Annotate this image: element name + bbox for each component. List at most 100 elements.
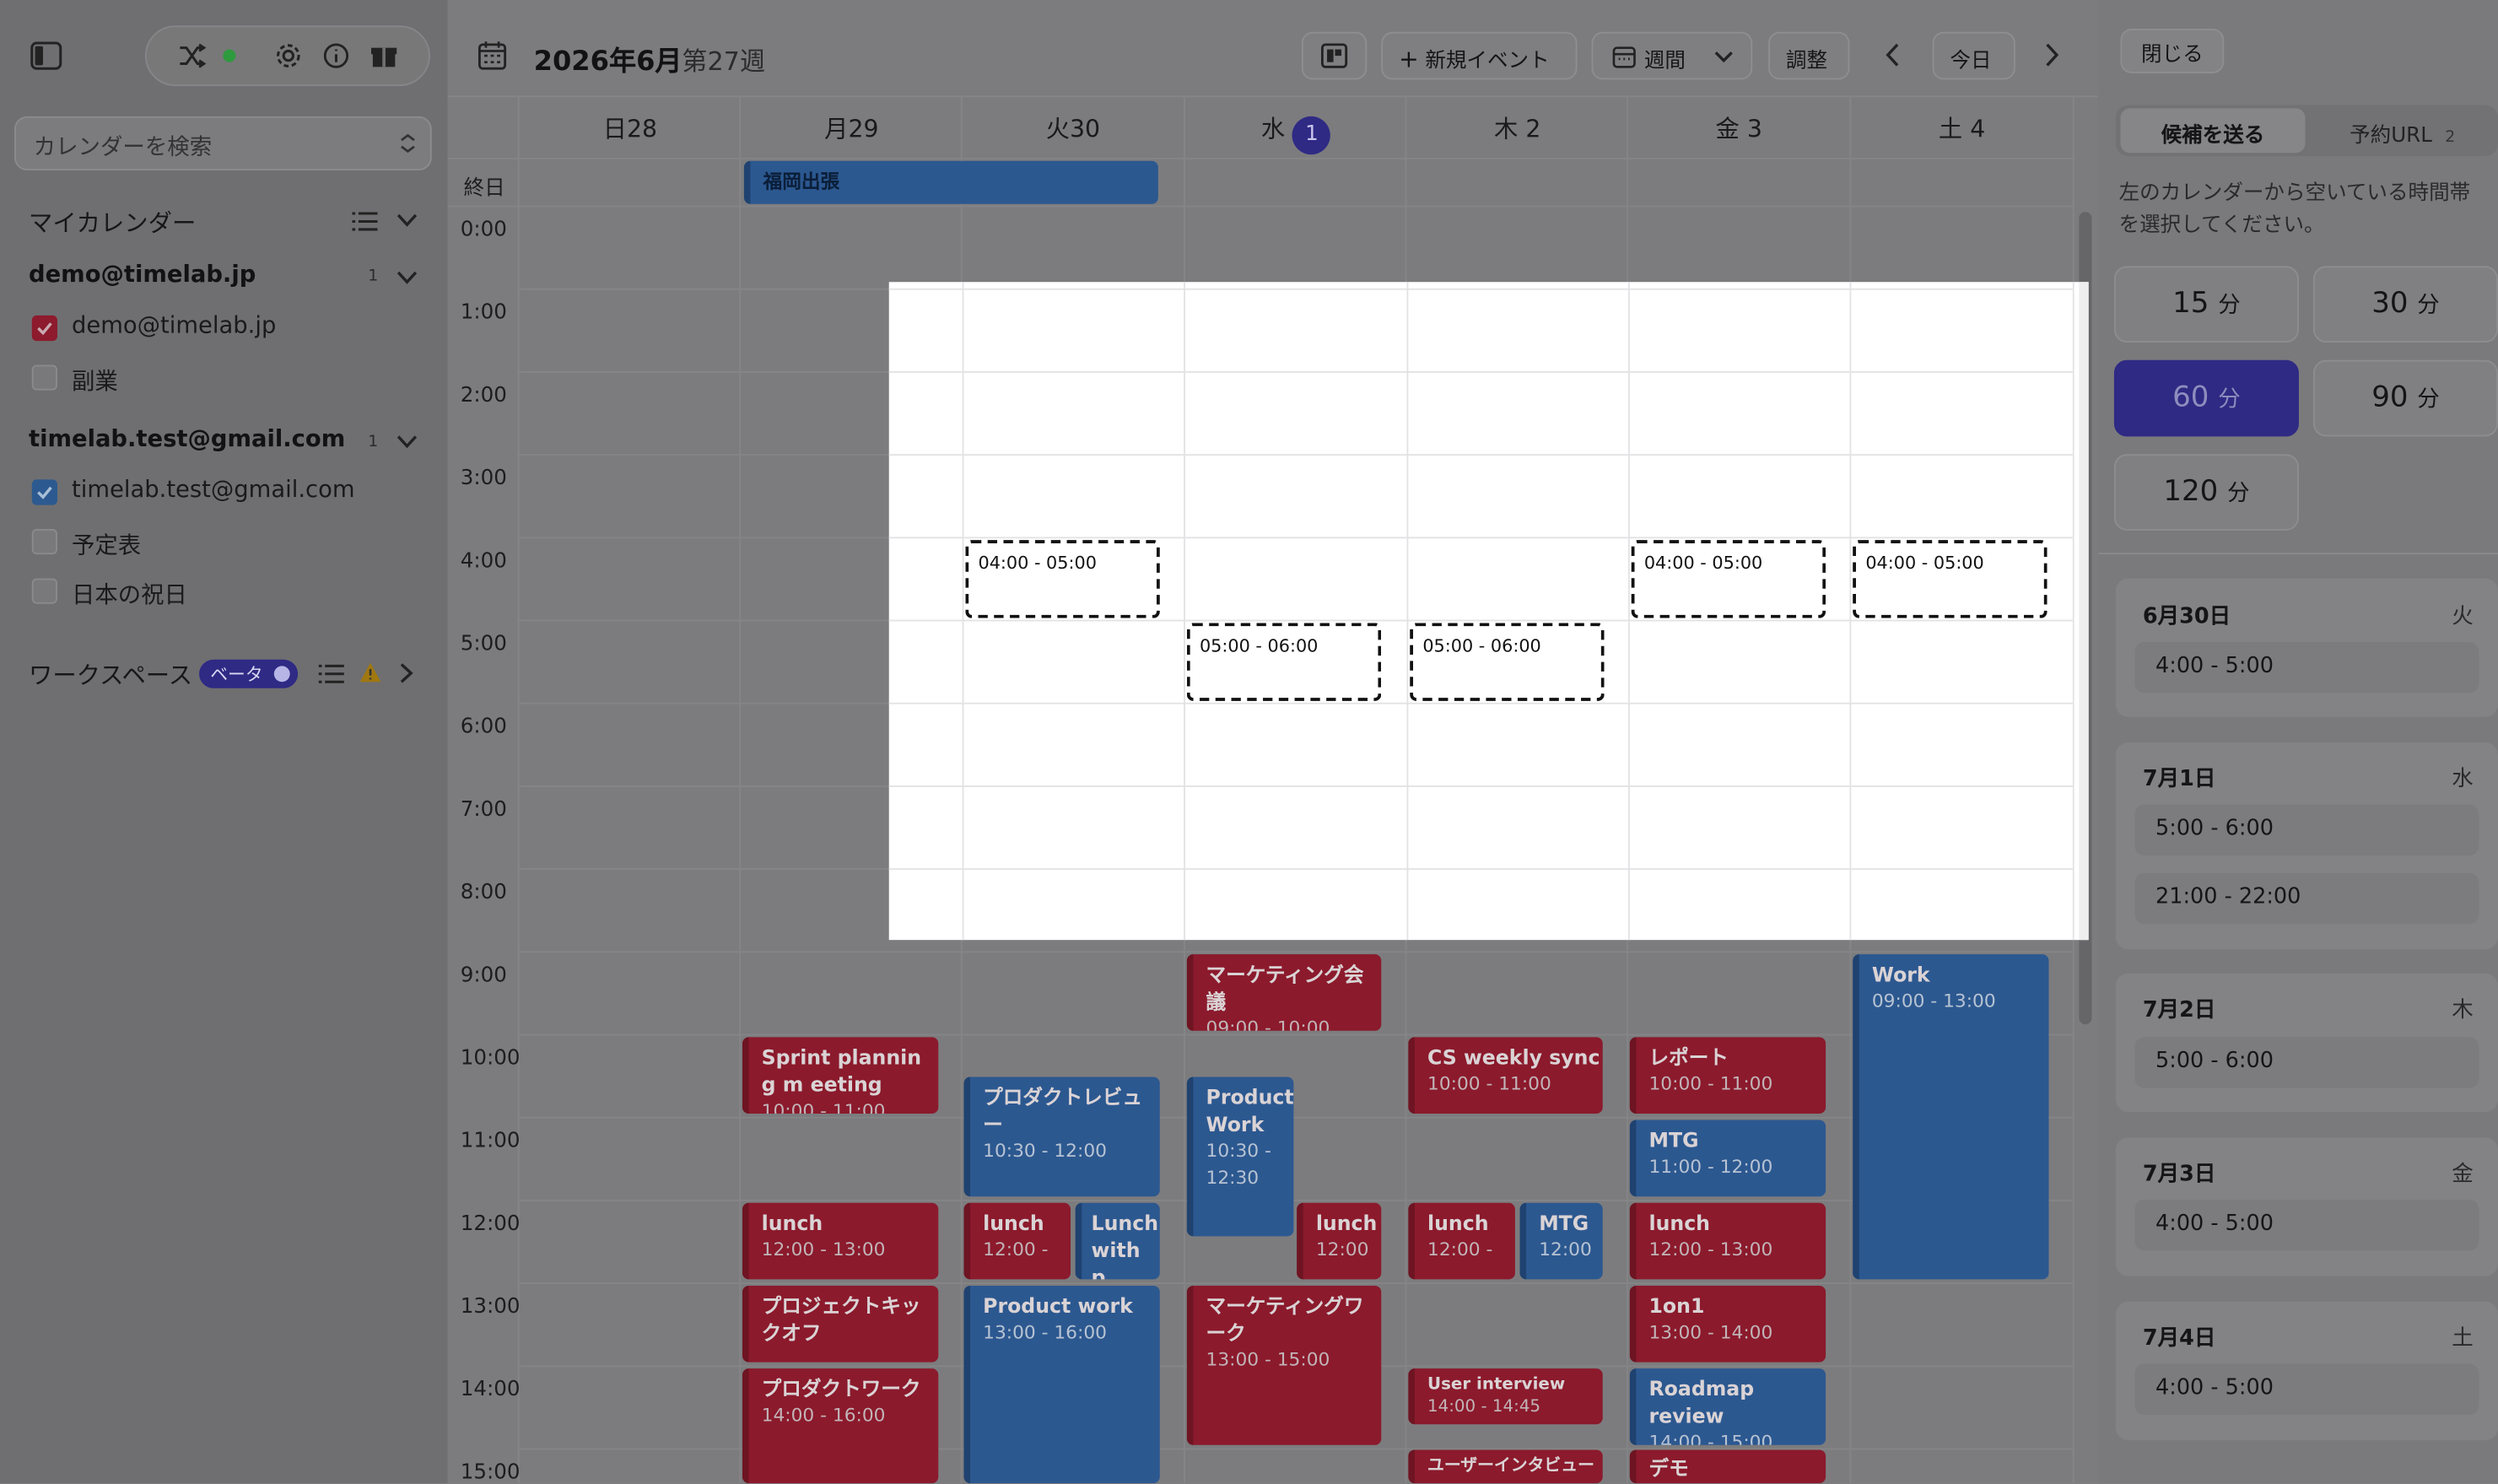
candidate-dow: 水 <box>2452 766 2474 792</box>
tab-booking-url[interactable]: 予約URL 2 <box>2310 108 2495 153</box>
gear-icon[interactable] <box>274 41 303 70</box>
event-block[interactable]: Product work 13:00 - 16:00 <box>963 1285 1160 1484</box>
view-select[interactable]: 週間 <box>1591 31 1753 80</box>
day-header[interactable]: 金 3 <box>1628 111 1849 145</box>
adjust-button[interactable]: 調整 <box>1768 31 1850 80</box>
account-email[interactable]: demo@timelab.jp <box>29 263 256 289</box>
hour-label: 3:00 <box>460 467 507 491</box>
event-block[interactable]: lunch 12:00 - 13:00 <box>742 1202 939 1280</box>
hour-label: 14:00 <box>460 1378 521 1402</box>
calendar-checkbox[interactable] <box>31 315 57 342</box>
event-block[interactable]: lunch 12:00 - 13:00 <box>1629 1202 1826 1280</box>
calendar-item-label[interactable]: timelab.test@gmail.com <box>72 478 355 504</box>
event-block[interactable]: MTG 11:00 - 12:00 <box>1629 1120 1826 1197</box>
today-button[interactable]: 今日 <box>1932 31 2015 80</box>
list-icon[interactable] <box>318 664 344 683</box>
all-day-event[interactable]: 福岡出張 <box>743 160 1158 204</box>
chevron-down-icon[interactable] <box>397 435 418 450</box>
event-block[interactable]: User interview 14:00 - 14:45 <box>1408 1368 1603 1425</box>
event-block[interactable]: lunch 12:00 - <box>1408 1202 1515 1280</box>
event-block[interactable]: レポート 10:00 - 11:00 <box>1629 1037 1826 1114</box>
event-block[interactable]: Lunch with p <box>1075 1202 1160 1280</box>
candidate-slot[interactable]: 05:00 - 06:00 <box>1410 623 1605 701</box>
day-header[interactable]: 月29 <box>741 111 962 145</box>
day-header[interactable]: 日28 <box>520 111 741 145</box>
info-icon[interactable] <box>321 41 350 70</box>
event-block[interactable]: lunch 12:00 - <box>963 1202 1071 1280</box>
day-num: 4 <box>1970 114 1986 143</box>
candidate-slot[interactable]: 04:00 - 05:00 <box>965 540 1160 618</box>
grid-hour-line <box>517 951 2073 953</box>
candidate-time[interactable]: 5:00 - 6:00 <box>2134 804 2479 856</box>
new-event-button[interactable]: + 新規イベント <box>1381 31 1578 80</box>
candidate-date: 7月3日 <box>2142 1161 2216 1187</box>
divider <box>1184 282 1185 941</box>
workspace-title[interactable]: ワークスペース <box>29 658 192 692</box>
candidate-dow: 火 <box>2452 603 2474 629</box>
calendar-item-label[interactable]: 予定表 <box>72 527 141 561</box>
chevron-down-icon[interactable] <box>397 271 418 285</box>
calendar-checkbox[interactable] <box>31 578 57 604</box>
event-block[interactable]: マーケティング会議 09:00 - 10:00 <box>1186 954 1382 1031</box>
candidate-slot[interactable]: 05:00 - 06:00 <box>1186 623 1382 701</box>
calendar-item-label[interactable]: demo@timelab.jp <box>72 314 276 339</box>
duration-option[interactable]: 90 分 <box>2312 359 2498 437</box>
account-email[interactable]: timelab.test@gmail.com <box>29 427 345 452</box>
calendar-checkbox[interactable] <box>31 528 57 555</box>
event-block[interactable]: プロダクトワーク 14:00 - 16:00 <box>742 1368 939 1484</box>
event-block[interactable]: デモ <box>1629 1449 1826 1484</box>
close-button[interactable]: 閉じる <box>2120 28 2225 73</box>
tab-send-candidates[interactable]: 候補を送る <box>2120 108 2306 154</box>
candidate-slot[interactable]: 04:00 - 05:00 <box>1631 540 1826 618</box>
gift-icon[interactable] <box>370 41 398 70</box>
event-block[interactable]: ユーザーインタビュー <box>1408 1449 1603 1484</box>
event-time: 12:00 <box>1539 1238 1592 1260</box>
calendar-search-input[interactable]: カレンダーを検索 <box>13 116 432 171</box>
day-header[interactable]: 水 1 <box>1185 111 1406 155</box>
chevron-right-icon[interactable] <box>2044 43 2060 67</box>
day-header[interactable]: 木 2 <box>1406 111 1627 145</box>
grid-hour-line <box>517 1116 2073 1119</box>
duration-value: 15 <box>2172 286 2209 321</box>
event-block[interactable]: Product Work 10:30 - 12:30 <box>1186 1077 1294 1237</box>
sidebar: カレンダーを検索 マイカレンダー demo@timelab.jp 1 demo@… <box>0 0 448 1484</box>
candidate-time[interactable]: 4:00 - 5:00 <box>2134 1199 2479 1251</box>
event-block[interactable]: Work 09:00 - 13:00 <box>1853 954 2049 1280</box>
duration-option[interactable]: 15 分 <box>2113 266 2299 343</box>
day-header[interactable]: 火30 <box>963 111 1184 145</box>
candidate-time[interactable]: 21:00 - 22:00 <box>2134 872 2479 925</box>
day-dow: 日 <box>602 114 627 143</box>
day-header[interactable]: 土 4 <box>1851 111 2072 145</box>
event-block[interactable]: 1on1 13:00 - 14:00 <box>1629 1285 1826 1363</box>
event-block[interactable]: MTG 12:00 <box>1519 1202 1603 1280</box>
duration-value: 60 <box>2172 380 2209 414</box>
candidate-time[interactable]: 4:00 - 5:00 <box>2134 1363 2479 1415</box>
calendar-checkbox[interactable] <box>31 479 57 505</box>
candidate-time[interactable]: 5:00 - 6:00 <box>2134 1037 2479 1088</box>
chevron-right-icon[interactable] <box>400 663 414 684</box>
list-icon[interactable] <box>352 212 378 231</box>
calendar-item-label[interactable]: 副業 <box>72 364 118 397</box>
day-dow: 月 <box>824 114 849 143</box>
event-block[interactable]: Sprint planning m eeting 10:00 - 11:00 <box>742 1037 939 1114</box>
candidate-time[interactable]: 4:00 - 5:00 <box>2134 642 2479 693</box>
layout-toggle-button[interactable] <box>1301 31 1368 80</box>
calendar-checkbox[interactable] <box>31 364 57 391</box>
event-block[interactable]: Roadmap review 14:00 - 15:00 <box>1629 1368 1826 1445</box>
event-time: 10:30 - 12:00 <box>983 1139 1107 1162</box>
calendar-item-label[interactable]: 日本の祝日 <box>72 577 187 611</box>
event-block[interactable]: プロダクトレビュー 10:30 - 12:00 <box>963 1077 1160 1197</box>
duration-option[interactable]: 30 分 <box>2312 266 2498 343</box>
event-block[interactable]: CS weekly sync 10:00 - 11:00 <box>1408 1037 1603 1114</box>
candidate-slot[interactable]: 04:00 - 05:00 <box>1853 540 2047 618</box>
duration-option[interactable]: 120 分 <box>2113 454 2299 531</box>
duration-option-selected[interactable]: 60 分 <box>2113 359 2299 437</box>
event-block[interactable]: lunch 12:00 <box>1297 1202 1382 1280</box>
sidebar-toggle-icon[interactable] <box>30 41 62 70</box>
account-count: 1 <box>368 267 379 286</box>
shuffle-icon[interactable] <box>179 43 208 68</box>
chevron-left-icon[interactable] <box>1885 43 1901 67</box>
event-block[interactable]: マーケティングワーク 13:00 - 15:00 <box>1186 1285 1382 1445</box>
chevron-down-icon[interactable] <box>397 213 418 228</box>
event-block[interactable]: プロジェクトキックオフ <box>742 1285 939 1363</box>
